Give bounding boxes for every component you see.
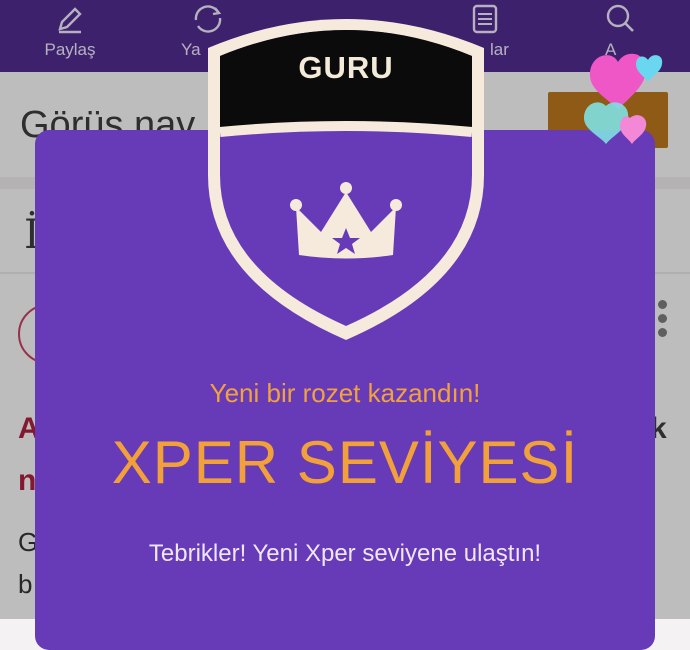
guru-badge: GURU xyxy=(196,0,496,360)
badge-label: GURU xyxy=(298,50,394,85)
level-title: XPER SEVİYESİ xyxy=(111,429,579,496)
congrats-message: Tebrikler! Yeni Xper seviyene ulaştın! xyxy=(148,540,542,567)
hearts-sticker-icon xyxy=(578,48,678,158)
modal-subtitle: Yeni bir rozet kazandın! xyxy=(209,378,481,408)
